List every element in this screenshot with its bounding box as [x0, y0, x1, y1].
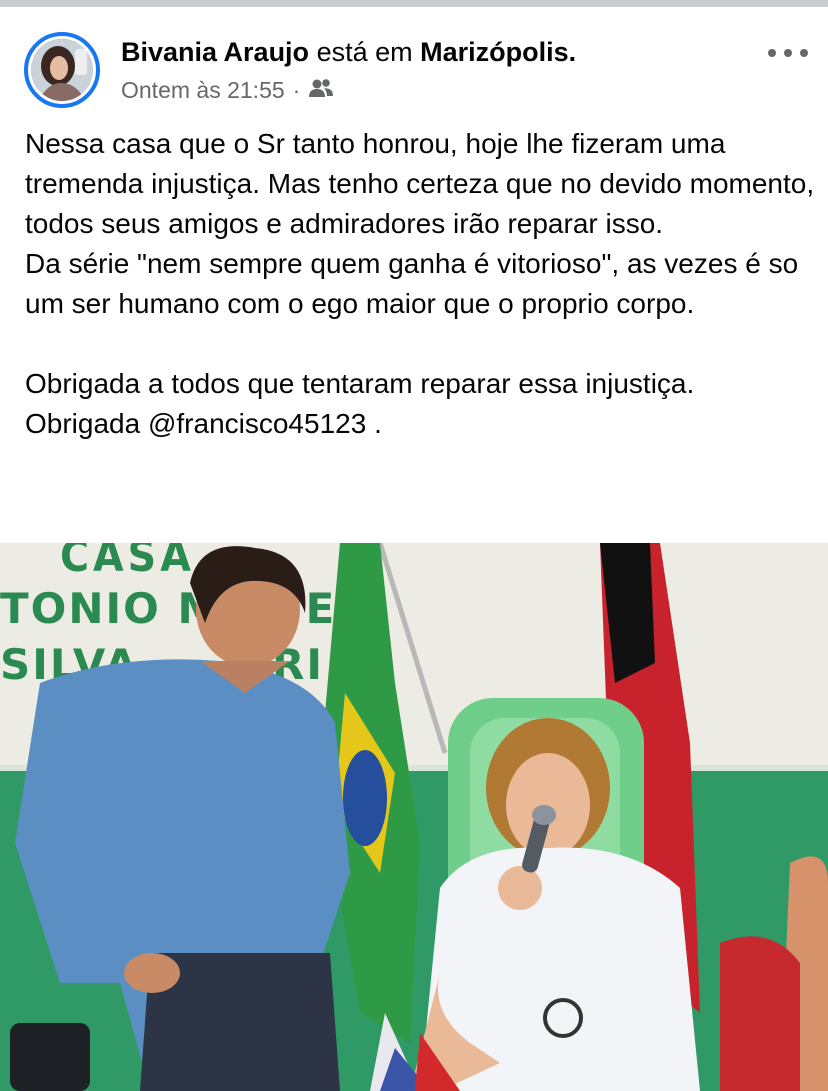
- avatar-image: [31, 39, 93, 101]
- post-header: Bivania Araujo está em Marizópolis. Onte…: [0, 7, 828, 117]
- author-name[interactable]: Bivania Araujo: [121, 37, 309, 67]
- post-paragraph: Da série "nem sempre quem ganha é vitori…: [25, 248, 799, 319]
- profile-avatar[interactable]: [24, 32, 100, 108]
- wall-sign-line: TONIO MA ES: [0, 584, 369, 633]
- post-paragraph[interactable]: Obrigada @francisco45123 .: [25, 404, 815, 444]
- top-divider: [0, 0, 828, 7]
- post-timestamp[interactable]: Ontem às 21:55: [121, 76, 285, 104]
- author-line: Bivania Araujo está em Marizópolis.: [121, 35, 576, 69]
- meta-separator: ·: [292, 77, 301, 103]
- wall-sign-line: CASA: [60, 543, 195, 582]
- friends-icon[interactable]: [308, 76, 334, 104]
- post-paragraph: Nessa casa que o Sr tanto honrou, hoje l…: [25, 128, 815, 239]
- author-connector: está em: [316, 37, 413, 67]
- post-meta: Ontem às 21:55 ·: [121, 76, 334, 104]
- post-body: Nessa casa que o Sr tanto honrou, hoje l…: [25, 124, 815, 444]
- post-paragraph: Obrigada a todos que tentaram reparar es…: [25, 368, 695, 399]
- location-link[interactable]: Marizópolis.: [420, 37, 576, 67]
- post-photo[interactable]: CASA TONIO MA ES SILVA RI: [0, 543, 828, 1091]
- more-options-icon[interactable]: [768, 41, 808, 65]
